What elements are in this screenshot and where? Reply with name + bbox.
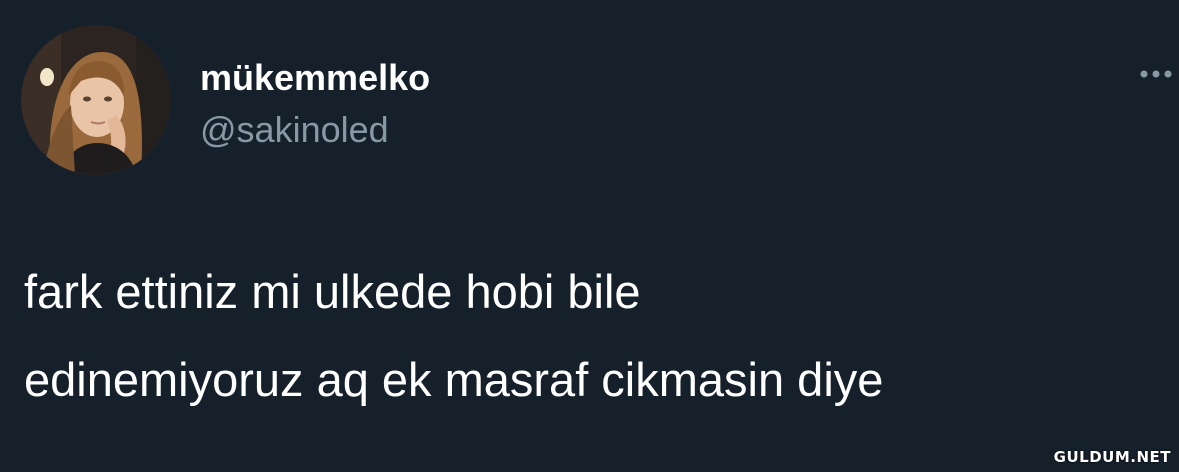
display-name[interactable]: mükemmelko: [200, 56, 430, 100]
tweet-line-2: edinemiyoruz aq ek masraf cikmasin diye: [24, 353, 884, 406]
user-handle[interactable]: @sakinoled: [200, 108, 389, 152]
tweet-text: fark ettiniz mi ulkede hobi bile edinemi…: [24, 248, 1174, 424]
watermark: GULDUM.NET: [1053, 448, 1171, 466]
avatar-photo: [21, 25, 171, 175]
tweet-line-1: fark ettiniz mi ulkede hobi bile: [24, 265, 641, 318]
user-avatar[interactable]: [21, 25, 171, 175]
more-horizontal-icon: [1140, 70, 1172, 78]
more-options-button[interactable]: [1138, 62, 1174, 86]
